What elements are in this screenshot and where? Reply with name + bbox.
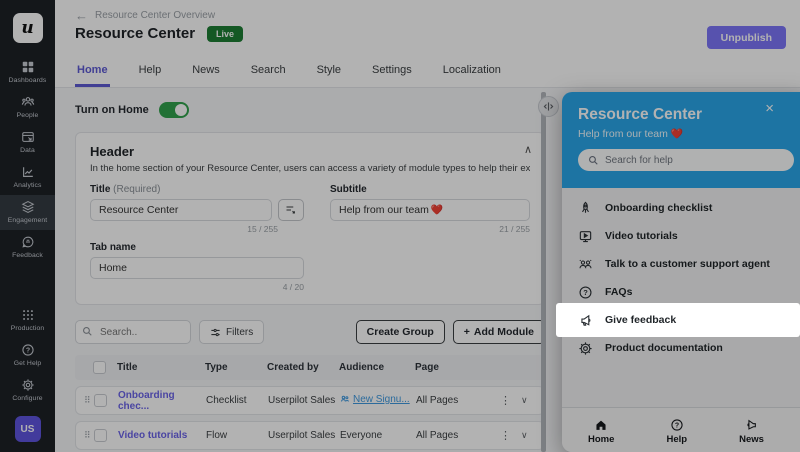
megaphone-icon — [578, 313, 593, 328]
app-root: u Dashboards People Data Analytics Engag… — [0, 0, 800, 452]
spotlight-label: Give feedback — [605, 314, 676, 326]
dim-overlay — [0, 0, 800, 452]
spotlight-give-feedback[interactable]: Give feedback — [556, 303, 800, 337]
